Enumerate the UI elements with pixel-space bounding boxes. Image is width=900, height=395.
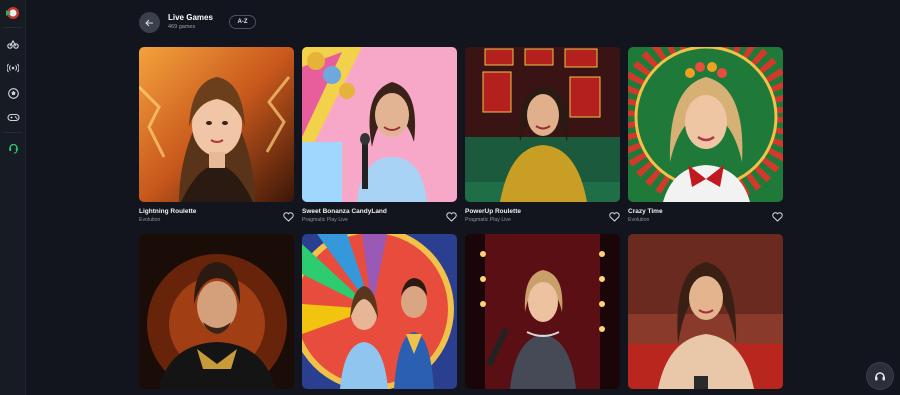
- game-thumbnail[interactable]: [302, 47, 457, 202]
- game-title[interactable]: PowerUp Roulette: [465, 208, 521, 215]
- game-provider: Pragmatic Play Live: [465, 217, 511, 223]
- game-card[interactable]: PowerUp Roulette Pragmatic Play Live: [465, 47, 620, 223]
- game-thumbnail[interactable]: [465, 234, 620, 389]
- game-title[interactable]: Crazy Time: [628, 208, 663, 215]
- football-icon[interactable]: [5, 85, 21, 101]
- game-provider: Pragmatic Play Live: [302, 217, 348, 223]
- game-provider: Evolution: [139, 217, 161, 223]
- game-thumbnail[interactable]: [465, 47, 620, 202]
- game-card[interactable]: [139, 234, 294, 389]
- support-agent-icon[interactable]: [5, 140, 21, 156]
- support-chat-button[interactable]: [866, 362, 894, 390]
- heart-icon[interactable]: [283, 209, 294, 222]
- game-title[interactable]: Lightning Roulette: [139, 208, 196, 215]
- game-thumbnail[interactable]: [628, 234, 783, 389]
- sidebar-divider: [4, 27, 22, 28]
- game-card[interactable]: Sweet Bonanza CandyLand Pragmatic Play L…: [302, 47, 457, 223]
- headset-icon: [875, 372, 885, 381]
- heart-icon[interactable]: [609, 209, 620, 222]
- game-thumbnail[interactable]: [628, 47, 783, 202]
- live-broadcast-icon[interactable]: [5, 60, 21, 76]
- game-thumbnail[interactable]: [139, 234, 294, 389]
- game-card[interactable]: [302, 234, 457, 389]
- logo-icon[interactable]: [4, 6, 22, 20]
- games-count: 469 games: [168, 24, 196, 30]
- game-card[interactable]: [465, 234, 620, 389]
- heart-icon[interactable]: [446, 209, 457, 222]
- sports-icon[interactable]: [5, 36, 21, 52]
- game-thumbnail[interactable]: [139, 47, 294, 202]
- game-card[interactable]: Lightning Roulette Evolution: [139, 47, 294, 223]
- gamepad-icon[interactable]: [5, 109, 21, 125]
- arrow-left-icon: [145, 19, 153, 26]
- sidebar: [0, 0, 26, 395]
- game-thumbnail[interactable]: [302, 234, 457, 389]
- sort-az-button[interactable]: A-Z: [229, 15, 256, 29]
- game-provider: Evolution: [628, 217, 650, 223]
- back-button[interactable]: [139, 12, 160, 33]
- page-title: Live Games: [168, 13, 213, 22]
- game-title[interactable]: Sweet Bonanza CandyLand: [302, 208, 387, 215]
- game-card[interactable]: [628, 234, 783, 389]
- game-card[interactable]: Crazy Time Evolution: [628, 47, 783, 223]
- sidebar-divider: [4, 132, 22, 133]
- heart-icon[interactable]: [772, 209, 783, 222]
